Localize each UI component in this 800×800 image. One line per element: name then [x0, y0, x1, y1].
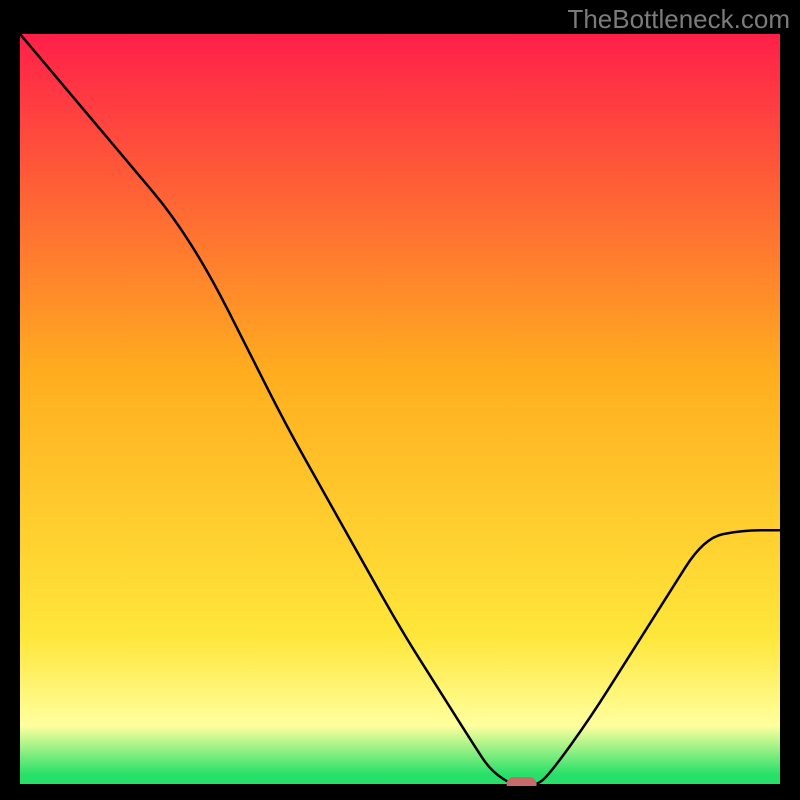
optimal-marker	[507, 777, 537, 786]
chart-svg	[20, 34, 780, 786]
gradient-background	[20, 34, 780, 786]
watermark-text: TheBottleneck.com	[567, 4, 790, 35]
chart-frame: TheBottleneck.com	[0, 0, 800, 800]
plot-area	[20, 34, 780, 786]
